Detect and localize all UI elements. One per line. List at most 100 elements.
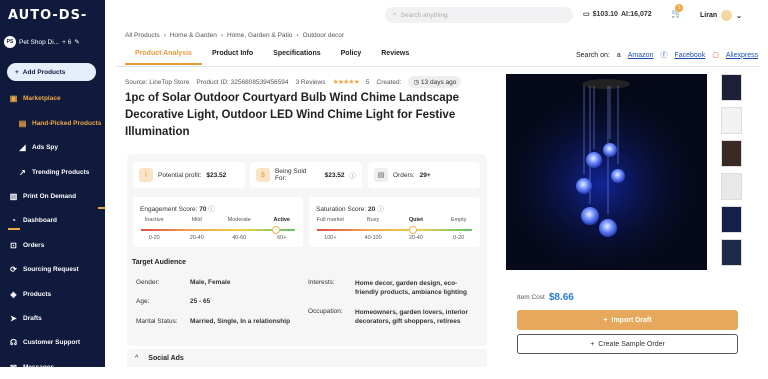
store-name: Pet Shop Di... — [19, 38, 60, 46]
thumbnail[interactable] — [721, 173, 742, 200]
potential-profit-label: Potential profit: — [158, 171, 202, 179]
store-selector[interactable]: PS Pet Shop Di... + 6 ✎ — [4, 36, 80, 48]
tab-policy[interactable]: Policy — [331, 47, 372, 65]
info-icon[interactable]: ⓘ — [208, 206, 215, 213]
engagement-ranges: 0-20 20-40 40-60 60+ — [133, 235, 303, 241]
age-label: Age: — [136, 298, 150, 305]
search-input[interactable]: ⌕ Search anything — [385, 7, 573, 23]
saturation-categories: Full market Busy Quiet Empty — [309, 217, 480, 223]
chevron-up-icon: ^ — [135, 354, 139, 362]
avatar — [721, 10, 733, 21]
wind-chime-image — [506, 74, 707, 270]
engagement-range: 20-40 — [189, 235, 204, 241]
create-sample-order-button[interactable]: + Create Sample Order — [517, 334, 738, 354]
sidebar-item-products[interactable]: ◈ Products — [0, 282, 105, 306]
target-audience-title: Target Audience — [132, 259, 187, 266]
chevron-right-icon: › — [220, 32, 223, 39]
orders-label: Orders: — [393, 171, 415, 179]
facebook-icon: ⓕ — [660, 52, 668, 59]
sidebar-item-label: Hand-Picked Products — [32, 119, 102, 127]
social-ads-label: Social Ads — [148, 354, 184, 362]
thumbnail[interactable] — [721, 140, 742, 167]
saturation-knob — [409, 226, 417, 234]
tab-divider — [115, 66, 760, 67]
sidebar-item-hand-picked[interactable]: ▤ Hand-Picked Products — [0, 111, 105, 135]
tab-bar: Product Analysis Product Info Specificat… — [125, 47, 419, 65]
breadcrumb-item[interactable]: Home & Garden — [170, 32, 217, 39]
chevron-right-icon: › — [163, 32, 166, 39]
interests-label: Interests: — [308, 279, 335, 286]
sidebar-item-label: Ads Spy — [32, 143, 59, 151]
sidebar-item-marketplace[interactable]: ▣ Marketplace — [0, 86, 105, 110]
sold-for-label: Being Sold For: — [274, 168, 307, 182]
sidebar-item-trending[interactable]: ↗ Trending Products — [0, 160, 105, 184]
brand-logo[interactable]: AUTO-DS- — [8, 8, 87, 23]
user-name: Liran — [700, 12, 718, 19]
shirt-icon: ▥ — [9, 191, 18, 201]
source-store[interactable]: Source: LineTop Store — [125, 79, 189, 86]
thumbnail[interactable] — [721, 206, 742, 233]
info-icon[interactable]: ⓘ — [350, 170, 357, 180]
cart-icon: ⊡ — [10, 240, 17, 250]
sidebar: AUTO-DS- PS Pet Shop Di... + 6 ✎ + Add P… — [0, 0, 105, 372]
search-on: Search on: a Amazon ⓕ Facebook ▢ Aliexpress — [576, 50, 758, 60]
gender-label: Gender: — [136, 279, 160, 286]
edit-icon[interactable]: ✎ — [74, 38, 79, 46]
engagement-score: Engagement Score: 70 ⓘ Inactive Mild Mod… — [133, 197, 303, 247]
add-products-button[interactable]: + Add Products — [7, 63, 96, 81]
info-icon[interactable]: ⓘ — [377, 206, 384, 213]
breadcrumb-item[interactable]: All Products — [125, 32, 160, 39]
dollar-icon: $ — [256, 168, 270, 182]
amazon-link[interactable]: Amazon — [628, 52, 654, 59]
saturation-cat: Full market — [316, 217, 344, 223]
saturation-cat: Busy — [367, 217, 380, 223]
aliexpress-link[interactable]: Aliexpress — [726, 52, 758, 59]
reviews-count[interactable]: 3 Reviews — [296, 79, 326, 86]
sidebar-item-orders[interactable]: ⊡ Orders — [0, 233, 105, 257]
search-icon: ⌕ — [393, 11, 397, 18]
saturation-bar — [317, 229, 472, 231]
marital-value: Married, Single, In a relationship — [190, 318, 291, 325]
thumbnail-list — [721, 74, 742, 272]
thumbnail[interactable] — [721, 107, 742, 134]
engagement-knob — [272, 226, 280, 234]
sidebar-item-label: Messages — [23, 363, 55, 371]
thumbnail[interactable] — [721, 74, 742, 101]
clock-icon: ◷ — [413, 79, 421, 86]
sidebar-item-print-on-demand[interactable]: ▥ Print On Demand — [0, 184, 105, 208]
megaphone-icon: ◢ — [19, 142, 26, 152]
tab-specifications[interactable]: Specifications — [263, 47, 330, 65]
facebook-link[interactable]: Facebook — [674, 52, 705, 59]
sidebar-item-drafts[interactable]: ➤ Drafts — [0, 306, 105, 330]
created-badge: ◷ 13 days ago — [408, 76, 462, 88]
dashboard-underline — [8, 228, 20, 230]
sidebar-item-support[interactable]: ☊ Customer Support — [0, 330, 105, 354]
item-cost-value: $8.66 — [548, 292, 574, 303]
message-icon: ✉ — [10, 362, 17, 372]
import-draft-button[interactable]: + Import Draft — [517, 310, 738, 330]
wallet-icon: ▭ — [583, 11, 590, 18]
breadcrumb-item[interactable]: Outdoor decor — [303, 32, 345, 39]
tab-product-info[interactable]: Product Info — [202, 47, 263, 65]
engagement-value: 70 — [199, 206, 207, 213]
product-image[interactable] — [506, 74, 707, 270]
plus-icon: + — [590, 340, 595, 348]
engagement-cat: Moderate — [227, 217, 251, 223]
tab-reviews[interactable]: Reviews — [371, 47, 419, 65]
breadcrumb-item[interactable]: Home, Garden & Patio — [227, 32, 292, 39]
tab-product-analysis[interactable]: Product Analysis — [125, 47, 202, 65]
plus-icon: + — [603, 316, 608, 324]
sidebar-item-ads-spy[interactable]: ◢ Ads Spy — [0, 135, 105, 159]
created-label: Created: — [376, 78, 402, 86]
thumbnail[interactable] — [721, 239, 742, 266]
user-menu[interactable]: Liran ⌄ — [700, 10, 742, 21]
sidebar-item-sourcing[interactable]: ⟳ Sourcing Request — [0, 257, 105, 281]
balance-display[interactable]: ▭ $103.10 AI:16,072 — [583, 10, 652, 19]
engagement-cat: Inactive — [144, 217, 164, 223]
social-ads-section[interactable]: ^ Social Ads — [127, 349, 487, 367]
sidebar-item-messages[interactable]: ✉ Messages — [0, 355, 105, 379]
sidebar-item-label: Products — [23, 290, 52, 298]
search-placeholder: Search anything — [400, 11, 448, 19]
interests-value: Home decor, garden design, eco-friendly … — [355, 280, 467, 296]
saturation-score: Saturation Score: 20 ⓘ Full market Busy … — [309, 197, 480, 247]
